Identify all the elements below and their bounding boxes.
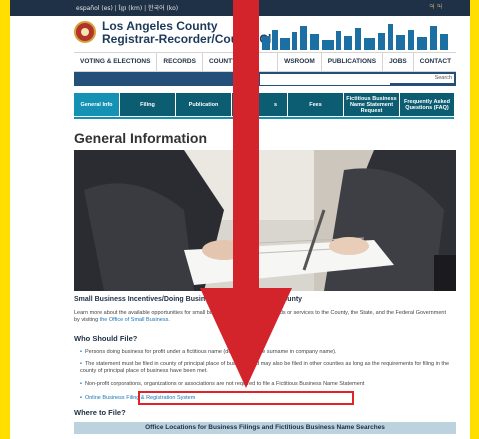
list-item: • Non-profit corporations, organizations …: [80, 381, 365, 387]
nav-jobs[interactable]: JOBS: [383, 53, 414, 71]
top-bar: español (es) | ខ្មែរ (km) | 한국어 (ko) ♃♃: [10, 0, 470, 16]
site-title-line1[interactable]: Los Angeles County: [102, 19, 218, 33]
tab-general-info[interactable]: General Info: [74, 93, 120, 116]
intro-paragraph: Learn more about the available opportuni…: [74, 310, 452, 324]
accessibility-icon[interactable]: ♃♃: [428, 1, 443, 12]
tab-bar: General Info Filing Publication s Fees F…: [74, 93, 454, 116]
office-small-business-link[interactable]: the Office of Small Business.: [100, 317, 170, 323]
who-should-file-heading: Who Should File?: [74, 334, 138, 343]
tab-filing[interactable]: Filing: [120, 93, 176, 116]
list-item-text: Persons doing business for profit under …: [84, 349, 337, 355]
tab-faq[interactable]: Frequently Asked Questions (FAQ): [400, 93, 454, 116]
nav-publications[interactable]: PUBLICATIONS: [322, 53, 384, 71]
list-item: • Persons doing business for profit under…: [80, 349, 337, 355]
tab-requirements[interactable]: s: [232, 93, 288, 116]
search-input[interactable]: [260, 74, 390, 85]
office-locations-accordion[interactable]: Office Locations for Business Filings an…: [74, 422, 456, 434]
tab-fees[interactable]: Fees: [288, 93, 344, 116]
page-title: General Information: [74, 130, 208, 146]
nav-voting-elections[interactable]: VOTING & ELECTIONS: [74, 53, 158, 71]
where-to-file-heading: Where to File?: [74, 408, 126, 417]
site-title-line2[interactable]: Registrar-Recorder/County Cle: [102, 32, 278, 46]
nav-contact[interactable]: CONTACT: [414, 53, 457, 71]
section-title: Small Business Incentives/Doing Business…: [74, 296, 303, 303]
business-handshake-photo: [74, 150, 456, 291]
tab-underline: [74, 117, 454, 119]
tab-fbn-request[interactable]: Fictitious Business Name Statement Reque…: [344, 93, 400, 116]
highlight-box: [138, 391, 354, 405]
list-item-text: The statement must be filed in county of…: [80, 361, 450, 374]
skyline-graphic: [262, 24, 448, 50]
tab-publication[interactable]: Publication: [176, 93, 232, 116]
nav-county-clerk[interactable]: COUNTY CLE: [203, 53, 279, 71]
nav-records[interactable]: RECORDS: [157, 53, 203, 71]
browser-page: español (es) | ខ្មែរ (km) | 한국어 (ko) ♃♃ …: [10, 0, 470, 439]
list-item-text: Non-profit corporations, organizations o…: [84, 381, 365, 387]
language-links[interactable]: español (es) | ខ្មែរ (km) | 한국어 (ko): [76, 3, 178, 13]
main-nav: VOTING & ELECTIONS RECORDS COUNTY CLE WS…: [74, 52, 456, 72]
county-seal-logo[interactable]: [74, 21, 96, 43]
nav-newsroom[interactable]: WSROOM: [278, 53, 322, 71]
search-button[interactable]: Search: [386, 74, 454, 83]
list-item: • The statement must be filed in county o…: [80, 361, 450, 374]
